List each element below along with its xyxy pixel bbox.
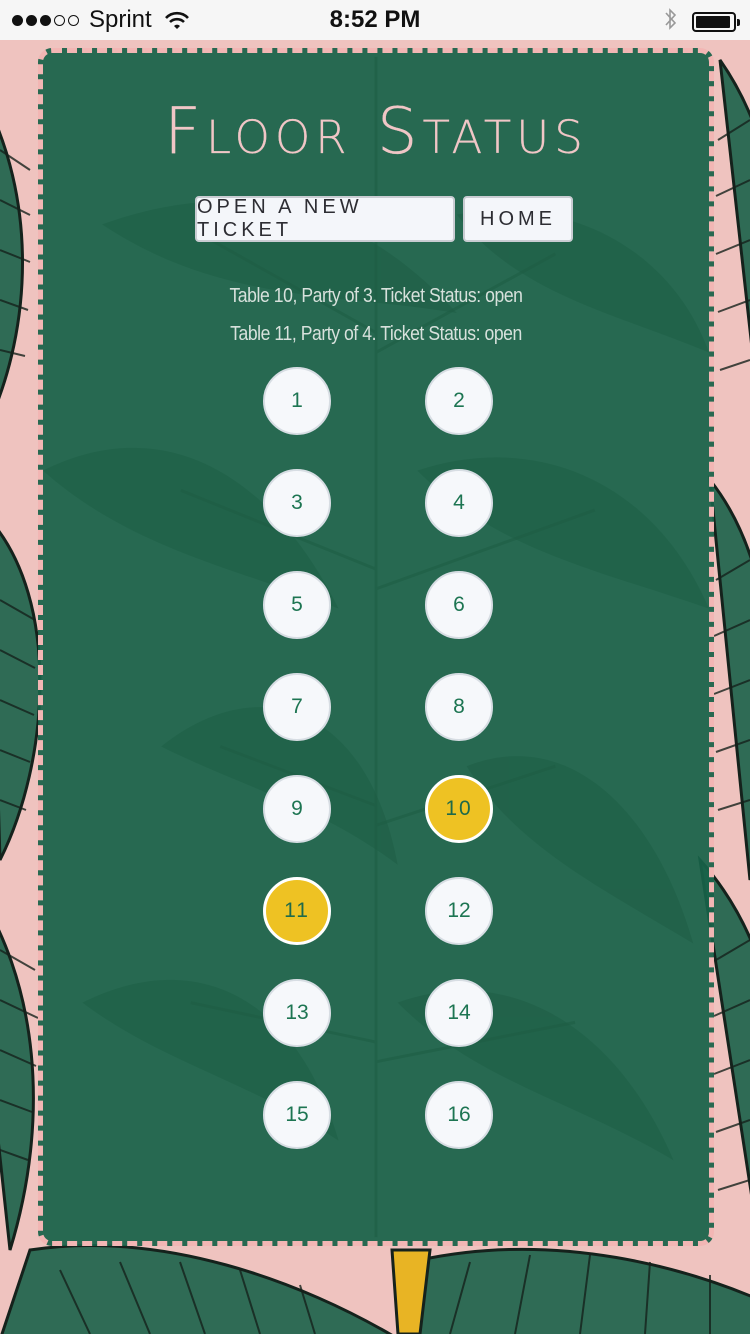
- table-9-button[interactable]: 9: [263, 775, 331, 843]
- floor-status-panel: Floor Status OPEN A NEW TICKET HOME Tabl…: [38, 48, 714, 1246]
- action-buttons: OPEN A NEW TICKET HOME: [43, 196, 709, 242]
- home-button[interactable]: HOME: [463, 196, 573, 242]
- battery-icon: [692, 11, 740, 32]
- table-16-button[interactable]: 16: [425, 1081, 493, 1149]
- table-8-button[interactable]: 8: [425, 673, 493, 741]
- ticket-message: Table 11, Party of 4. Ticket Status: ope…: [230, 323, 522, 345]
- bluetooth-icon: [664, 7, 678, 36]
- table-6-button[interactable]: 6: [425, 571, 493, 639]
- ticket-message: Table 10, Party of 3. Ticket Status: ope…: [229, 285, 523, 307]
- table-2-button[interactable]: 2: [425, 367, 493, 435]
- status-bar-right: [664, 7, 740, 36]
- table-4-button[interactable]: 4: [425, 469, 493, 537]
- table-10-button[interactable]: 10: [425, 775, 493, 843]
- table-15-button[interactable]: 15: [263, 1081, 331, 1149]
- table-13-button[interactable]: 13: [263, 979, 331, 1047]
- table-3-button[interactable]: 3: [263, 469, 331, 537]
- table-12-button[interactable]: 12: [425, 877, 493, 945]
- status-time: 8:52 PM: [329, 6, 421, 33]
- table-1-button[interactable]: 1: [263, 367, 331, 435]
- ticket-messages: Table 10, Party of 3. Ticket Status: ope…: [43, 277, 709, 353]
- table-11-button[interactable]: 11: [263, 877, 331, 945]
- table-5-button[interactable]: 5: [263, 571, 331, 639]
- battery-fill: [696, 15, 731, 28]
- status-bar: Sprint 8:52 PM: [0, 0, 750, 40]
- table-14-button[interactable]: 14: [425, 979, 493, 1047]
- page-title: Floor Status: [164, 95, 588, 169]
- table-7-button[interactable]: 7: [263, 673, 331, 741]
- open-ticket-button[interactable]: OPEN A NEW TICKET: [195, 196, 455, 242]
